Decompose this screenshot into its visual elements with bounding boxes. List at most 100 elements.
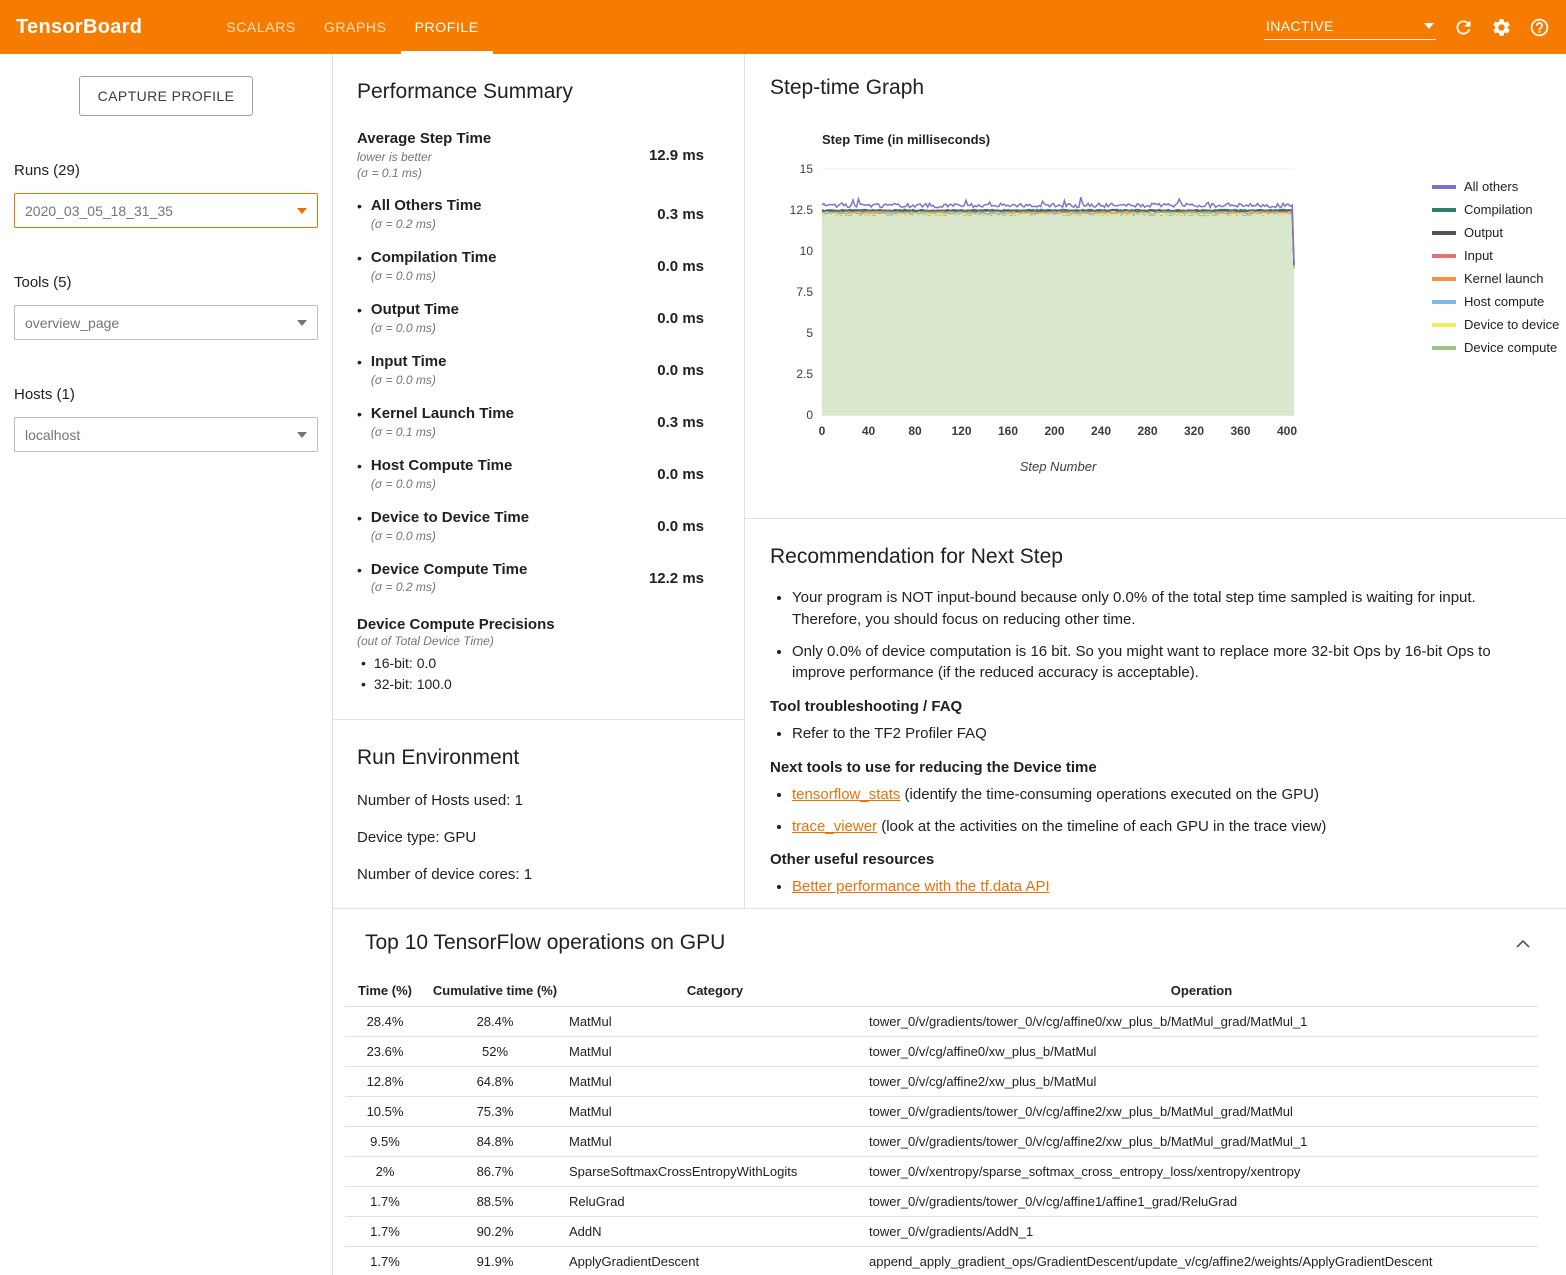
breakdown-value: 12.2 ms xyxy=(649,570,704,587)
op-time-cell: 28.4% xyxy=(345,1007,425,1037)
op-operation-cell: tower_0/v/gradients/AddN_1 xyxy=(865,1217,1538,1247)
resource-link[interactable]: Better performance with the tf.data API xyxy=(792,878,1050,895)
collapse-section-icon[interactable] xyxy=(1512,935,1534,952)
svg-text:120: 120 xyxy=(951,424,971,438)
tool-description: (identify the time-consuming operations … xyxy=(900,786,1319,803)
nav-tab[interactable]: PROFILE xyxy=(401,0,493,54)
bullet-icon: • xyxy=(357,509,362,544)
table-row[interactable]: 2% 86.7% SparseSoftmaxCrossEntropyWithLo… xyxy=(345,1157,1538,1187)
op-category-cell: ApplyGradientDescent xyxy=(565,1247,865,1275)
op-operation-cell: tower_0/v/gradients/tower_0/v/cg/affine0… xyxy=(865,1007,1538,1037)
breakdown-sigma: (σ = 0.0 ms) xyxy=(371,528,529,544)
breakdown-label: All Others Time xyxy=(371,197,482,216)
runs-selected-value: 2020_03_05_18_31_35 xyxy=(25,203,173,219)
bullet-icon: • xyxy=(357,561,362,596)
resource-item: Better performance with the tf.data API xyxy=(792,876,1536,898)
hosts-dropdown[interactable]: localhost xyxy=(14,417,318,452)
legend-item: Device compute xyxy=(1432,340,1559,355)
legend-label: Kernel launch xyxy=(1464,271,1544,286)
op-operation-cell: tower_0/v/cg/affine2/xw_plus_b/MatMul xyxy=(865,1067,1538,1097)
tools-selected-value: overview_page xyxy=(25,315,119,331)
table-row[interactable]: 1.7% 91.9% ApplyGradientDescent append_a… xyxy=(345,1247,1538,1275)
tool-link[interactable]: tensorflow_stats xyxy=(792,786,900,803)
step-time-breakdown-item: • Output Time (σ = 0.0 ms) 0.0 ms xyxy=(357,301,704,336)
recommendation-statements: Your program is NOT input-bound because … xyxy=(770,587,1536,684)
table-row[interactable]: 10.5% 75.3% MatMul tower_0/v/gradients/t… xyxy=(345,1097,1538,1127)
svg-text:0: 0 xyxy=(806,408,813,422)
chevron-down-icon xyxy=(297,208,307,214)
legend-swatch-icon xyxy=(1432,208,1456,212)
precisions-subtitle: (out of Total Device Time) xyxy=(357,633,704,649)
next-tool-item: tensorflow_stats (identify the time-cons… xyxy=(792,784,1536,806)
breakdown-sigma: (σ = 0.0 ms) xyxy=(371,372,447,388)
breakdown-label: Device to Device Time xyxy=(371,509,529,528)
op-cumulative-cell: 91.9% xyxy=(425,1247,565,1275)
table-row[interactable]: 12.8% 64.8% MatMul tower_0/v/cg/affine2/… xyxy=(345,1067,1538,1097)
breakdown-sigma: (σ = 0.0 ms) xyxy=(371,476,512,492)
top-ops-column-header: Cumulative time (%) xyxy=(425,975,565,1007)
legend-swatch-icon xyxy=(1432,231,1456,235)
average-step-time-label: Average Step Time xyxy=(357,130,491,149)
chart-x-axis-label: Step Number xyxy=(822,459,1294,474)
breakdown-sigma: (σ = 0.0 ms) xyxy=(371,320,459,336)
svg-text:320: 320 xyxy=(1184,424,1204,438)
op-time-cell: 9.5% xyxy=(345,1127,425,1157)
nav-tab[interactable]: GRAPHS xyxy=(310,0,401,54)
run-environment-card: Run Environment Number of Hosts used: 1 D… xyxy=(333,720,744,903)
op-cumulative-cell: 90.2% xyxy=(425,1217,565,1247)
legend-swatch-icon xyxy=(1432,185,1456,189)
op-time-cell: 1.7% xyxy=(345,1217,425,1247)
op-category-cell: MatMul xyxy=(565,1037,865,1067)
table-row[interactable]: 1.7% 90.2% AddN tower_0/v/gradients/AddN… xyxy=(345,1217,1538,1247)
legend-swatch-icon xyxy=(1432,346,1456,350)
runs-dropdown[interactable]: 2020_03_05_18_31_35 xyxy=(14,193,318,228)
legend-label: Input xyxy=(1464,248,1493,263)
step-time-breakdown-item: • Input Time (σ = 0.0 ms) 0.0 ms xyxy=(357,353,704,388)
op-operation-cell: tower_0/v/gradients/tower_0/v/cg/affine2… xyxy=(865,1127,1538,1157)
run-environment-title: Run Environment xyxy=(357,746,720,770)
runs-field: Runs (29) 2020_03_05_18_31_35 xyxy=(14,162,318,228)
tool-description: (look at the activities on the timeline … xyxy=(877,818,1326,835)
reload-status-dropdown[interactable]: INACTIVE xyxy=(1264,14,1436,40)
step-time-breakdown-list: • All Others Time (σ = 0.2 ms) 0.3 ms xyxy=(357,197,704,596)
table-row[interactable]: 23.6% 52% MatMul tower_0/v/cg/affine0/xw… xyxy=(345,1037,1538,1067)
op-cumulative-cell: 52% xyxy=(425,1037,565,1067)
table-row[interactable]: 9.5% 84.8% MatMul tower_0/v/gradients/to… xyxy=(345,1127,1538,1157)
resources-list: Better performance with the tf.data API xyxy=(770,876,1536,898)
nav-tab[interactable]: SCALARS xyxy=(212,0,310,54)
breakdown-label: Kernel Launch Time xyxy=(371,405,514,424)
top-ops-column-header: Category xyxy=(565,975,865,1007)
capture-profile-button[interactable]: CAPTURE PROFILE xyxy=(79,76,254,116)
chart-title: Step Time (in milliseconds) xyxy=(822,132,1566,147)
next-tools-heading: Next tools to use for reducing the Devic… xyxy=(770,759,1536,776)
precisions-title: Device Compute Precisions xyxy=(357,616,704,633)
legend-item: All others xyxy=(1432,179,1559,194)
table-row[interactable]: 28.4% 28.4% MatMul tower_0/v/gradients/t… xyxy=(345,1007,1538,1037)
legend-item: Kernel launch xyxy=(1432,271,1559,286)
recommendation-card: Recommendation for Next Step Your progra… xyxy=(745,519,1566,908)
step-time-breakdown-item: • Device to Device Time (σ = 0.0 ms) 0.0… xyxy=(357,509,704,544)
step-time-breakdown-item: • Device Compute Time (σ = 0.2 ms) 12.2 … xyxy=(357,561,704,596)
breakdown-sigma: (σ = 0.2 ms) xyxy=(371,579,527,595)
page-body: CAPTURE PROFILE Runs (29) 2020_03_05_18_… xyxy=(0,54,1566,1275)
svg-text:80: 80 xyxy=(908,424,922,438)
tools-field: Tools (5) overview_page xyxy=(14,274,318,340)
tool-link[interactable]: trace_viewer xyxy=(792,818,877,835)
settings-gear-icon[interactable] xyxy=(1491,17,1512,38)
top-ops-column-header: Time (%) xyxy=(345,975,425,1007)
run-environment-line: Number of Hosts used: 1 xyxy=(357,792,720,809)
legend-item: Compilation xyxy=(1432,202,1559,217)
op-category-cell: MatMul xyxy=(565,1007,865,1037)
tools-dropdown[interactable]: overview_page xyxy=(14,305,318,340)
help-icon[interactable] xyxy=(1529,17,1550,38)
refresh-icon[interactable] xyxy=(1453,17,1474,38)
tools-label: Tools (5) xyxy=(14,274,318,291)
svg-text:7.5: 7.5 xyxy=(796,285,813,299)
chevron-down-icon xyxy=(297,320,307,326)
table-row[interactable]: 1.7% 88.5% ReluGrad tower_0/v/gradients/… xyxy=(345,1187,1538,1217)
run-environment-line: Device type: GPU xyxy=(357,829,720,846)
step-time-chart[interactable]: 02.557.51012.515040801201602002402803203… xyxy=(770,157,1418,449)
op-cumulative-cell: 75.3% xyxy=(425,1097,565,1127)
average-step-time-value: 12.9 ms xyxy=(649,147,704,164)
svg-text:200: 200 xyxy=(1044,424,1064,438)
